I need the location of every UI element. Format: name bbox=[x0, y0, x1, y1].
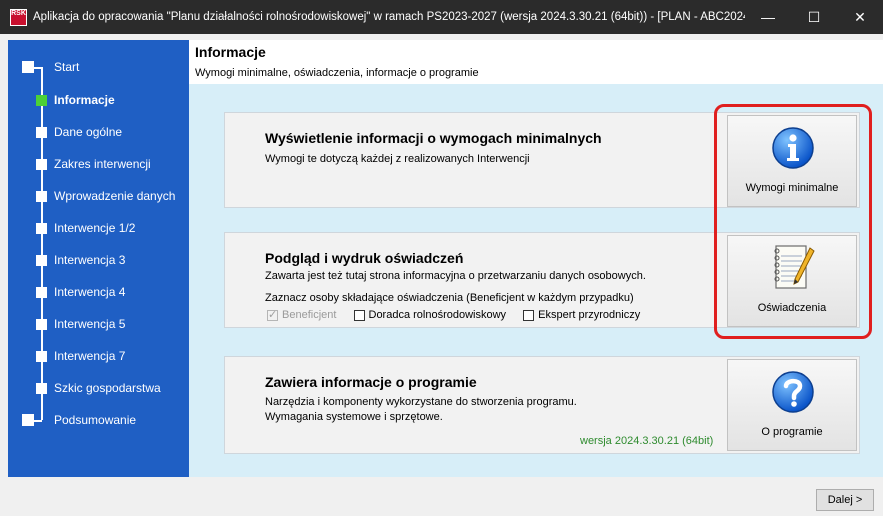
sidebar-nav: Start Informacje Dane ogólne Zakres inte… bbox=[8, 40, 189, 477]
tree-node-icon bbox=[36, 318, 47, 330]
checkbox-box bbox=[353, 309, 365, 321]
beneficiary-label: Beneficjent bbox=[282, 309, 337, 321]
declarations-panel: Podgląd i wydruk oświadczeń Zawarta jest… bbox=[224, 232, 860, 328]
declarations-button-label: Oświadczenia bbox=[757, 302, 827, 314]
sidebar-item-label: Dane ogólne bbox=[54, 125, 123, 139]
tree-node-icon bbox=[36, 190, 47, 202]
declarations-button[interactable]: Oświadczenia bbox=[727, 235, 857, 327]
declarations-checkboxes: Beneficjent Doradca rolnośrodowiskowy Ek… bbox=[267, 308, 654, 324]
sidebar-item-interwencja-3[interactable]: Interwencja 3 bbox=[8, 249, 189, 271]
version-text: wersja 2024.3.30.21 (64bit) bbox=[580, 435, 714, 447]
beneficiary-checkbox: Beneficjent bbox=[267, 308, 337, 321]
tree-node-icon bbox=[36, 286, 47, 298]
bottom-bar: Dalej > bbox=[0, 477, 883, 516]
tree-node-active-icon bbox=[36, 94, 47, 106]
advisor-label: Doradca rolnośrodowiskowy bbox=[368, 309, 507, 321]
sidebar-item-label: Wprowadzenie danych bbox=[54, 189, 176, 203]
requirements-button-label: Wymogi minimalne bbox=[745, 182, 839, 194]
title-bar: RSK Aplikacja do opracowania "Planu dzia… bbox=[0, 0, 883, 34]
maximize-button[interactable]: ☐ bbox=[791, 0, 837, 34]
checkbox-box bbox=[267, 308, 278, 321]
tree-node-icon bbox=[22, 414, 34, 426]
sidebar-item-interwencja-7[interactable]: Interwencja 7 bbox=[8, 345, 189, 367]
sidebar-item-label: Interwencja 4 bbox=[54, 285, 126, 299]
sidebar-item-zakres-interwencji[interactable]: Zakres interwencji bbox=[8, 153, 189, 175]
sidebar-item-label: Interwencje 1/2 bbox=[54, 221, 136, 235]
sidebar-item-label: Szkic gospodarstwa bbox=[54, 381, 161, 395]
page-header: Informacje Wymogi minimalne, oświadczeni… bbox=[189, 40, 883, 84]
sidebar-item-interwencje-1-2[interactable]: Interwencje 1/2 bbox=[8, 217, 189, 239]
requirements-text: Wymogi te dotyczą każdej z realizowanych… bbox=[265, 153, 530, 165]
sidebar-item-start[interactable]: Start bbox=[8, 56, 189, 78]
next-button[interactable]: Dalej > bbox=[816, 489, 874, 511]
sidebar-item-interwencja-5[interactable]: Interwencja 5 bbox=[8, 313, 189, 335]
tree-node-icon bbox=[36, 158, 47, 170]
question-icon bbox=[772, 371, 814, 413]
sidebar-item-label: Interwencja 5 bbox=[54, 317, 126, 331]
info-icon bbox=[772, 127, 814, 169]
close-button[interactable]: ✕ bbox=[837, 0, 883, 34]
sidebar-item-interwencja-4[interactable]: Interwencja 4 bbox=[8, 281, 189, 303]
about-button-label: O programie bbox=[761, 426, 823, 438]
requirements-panel: Wyświetlenie informacji o wymogach minim… bbox=[224, 112, 860, 208]
tree-line bbox=[41, 67, 43, 420]
app-icon: RSK bbox=[10, 8, 27, 26]
tree-node-icon bbox=[36, 350, 47, 362]
requirements-title: Wyświetlenie informacji o wymogach minim… bbox=[265, 130, 602, 146]
tree-node-icon bbox=[36, 382, 47, 394]
sidebar-item-label: Start bbox=[54, 60, 80, 74]
declarations-instruction: Zaznacz osoby składające oświadczenia (B… bbox=[265, 292, 634, 304]
about-button[interactable]: O programie bbox=[727, 359, 857, 451]
sidebar-item-label: Interwencja 7 bbox=[54, 349, 126, 363]
sidebar-item-informacje[interactable]: Informacje bbox=[8, 89, 189, 111]
window-title: Aplikacja do opracowania "Planu działaln… bbox=[33, 11, 745, 23]
page-title: Informacje bbox=[195, 44, 266, 60]
tree-node-icon bbox=[36, 254, 47, 266]
declarations-text: Zawarta jest też tutaj strona informacyj… bbox=[265, 270, 646, 282]
about-title: Zawiera informacje o programie bbox=[265, 374, 477, 390]
expert-checkbox[interactable]: Ekspert przyrodniczy bbox=[523, 309, 640, 321]
sidebar-item-wprowadzenie-danych[interactable]: Wprowadzenie danych bbox=[8, 185, 189, 207]
about-text-1: Narzędzia i komponenty wykorzystane do s… bbox=[265, 396, 577, 408]
sidebar-item-label: Interwencja 3 bbox=[54, 253, 126, 267]
advisor-checkbox[interactable]: Doradca rolnośrodowiskowy bbox=[353, 309, 507, 321]
about-panel: Zawiera informacje o programie Narzędzia… bbox=[224, 356, 860, 454]
tree-node-icon bbox=[36, 222, 47, 234]
sidebar-item-label: Podsumowanie bbox=[54, 413, 137, 427]
about-text-2: Wymagania systemowe i sprzętowe. bbox=[265, 411, 443, 423]
checkbox-box bbox=[523, 309, 535, 321]
sidebar-item-label: Zakres interwencji bbox=[54, 157, 151, 171]
requirements-button[interactable]: Wymogi minimalne bbox=[727, 115, 857, 207]
tree-node-icon bbox=[36, 126, 47, 138]
tree-node-icon bbox=[22, 61, 34, 73]
sidebar-item-label: Informacje bbox=[54, 93, 115, 107]
content-area: Wyświetlenie informacji o wymogach minim… bbox=[189, 84, 883, 477]
page-subtitle: Wymogi minimalne, oświadczenia, informac… bbox=[195, 67, 479, 79]
minimize-button[interactable]: — bbox=[745, 0, 791, 34]
expert-label: Ekspert przyrodniczy bbox=[538, 309, 641, 321]
sidebar-item-szkic-gospodarstwa[interactable]: Szkic gospodarstwa bbox=[8, 377, 189, 399]
sidebar-item-dane-ogolne[interactable]: Dane ogólne bbox=[8, 121, 189, 143]
sidebar-item-podsumowanie[interactable]: Podsumowanie bbox=[8, 409, 189, 431]
notepad-icon bbox=[774, 245, 815, 289]
declarations-title: Podgląd i wydruk oświadczeń bbox=[265, 250, 464, 266]
